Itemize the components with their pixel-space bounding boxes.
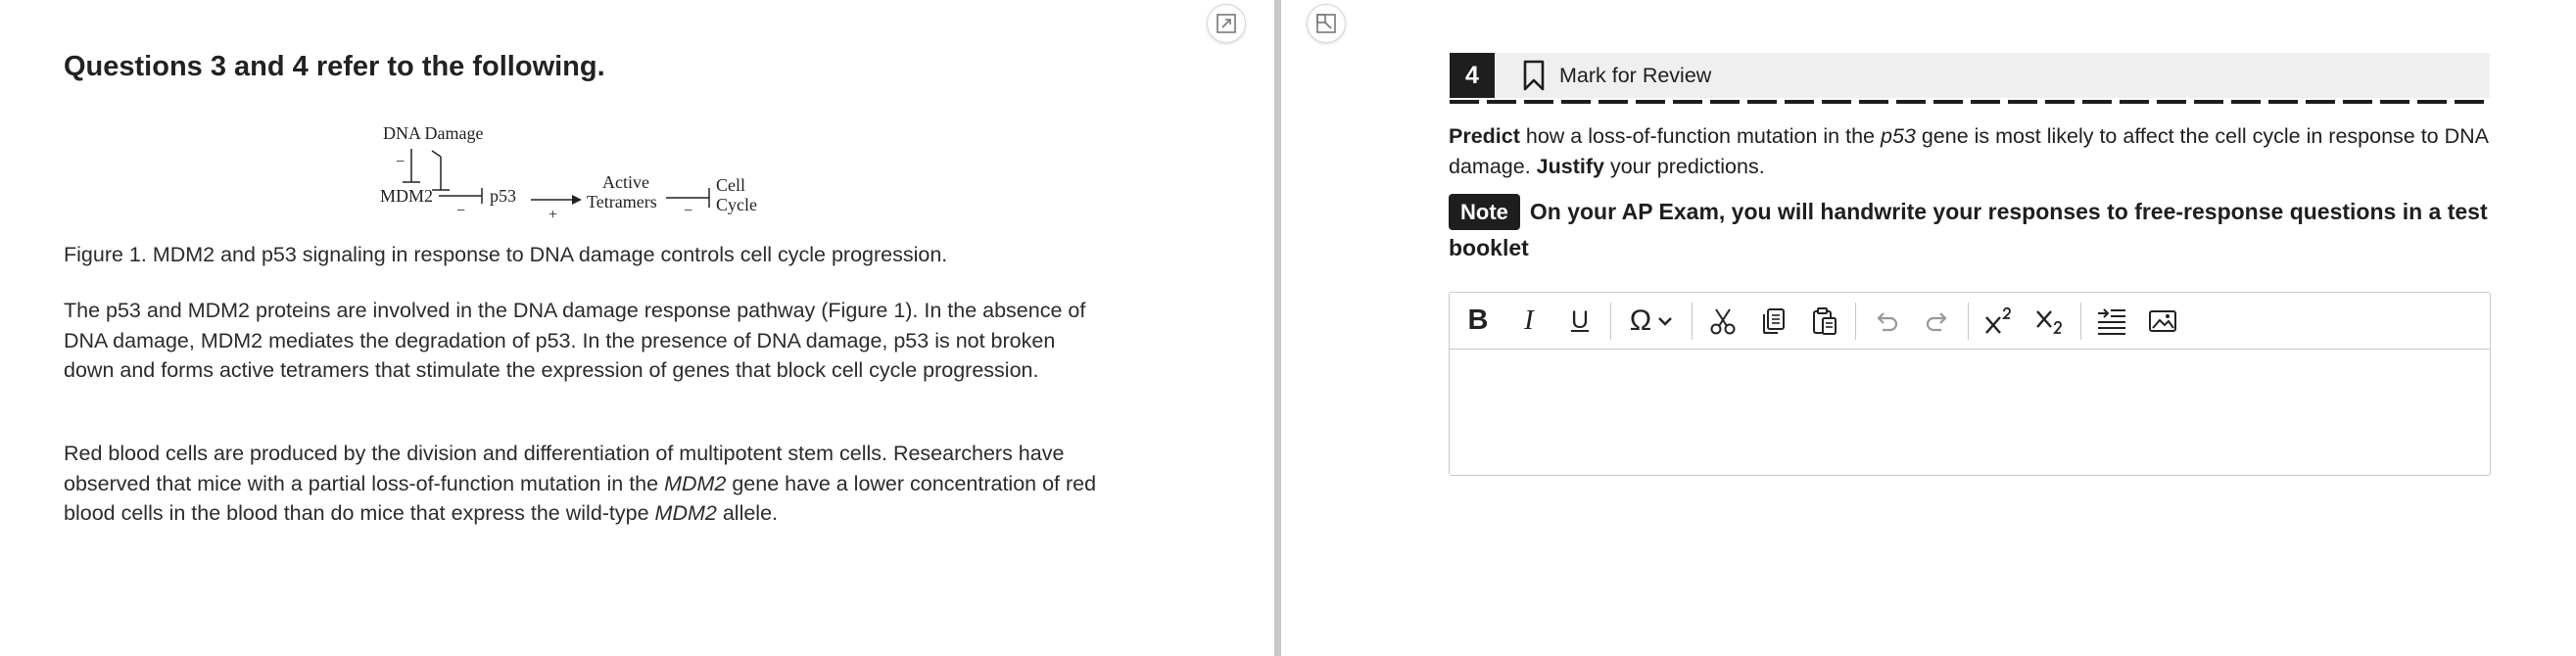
copy-icon [1763, 307, 1785, 334]
italic-button[interactable]: I [1506, 300, 1551, 343]
italic-icon: I [1524, 305, 1534, 336]
special-characters-icon: Ω [1629, 304, 1652, 337]
passage-pane: Questions 3 and 4 refer to the following… [0, 0, 1274, 656]
prompt-verb: Justify [1536, 154, 1604, 178]
expand-icon [1216, 14, 1236, 33]
note-text: On your AP Exam, you will handwrite your… [1449, 199, 2488, 260]
subscript-icon [2036, 309, 2062, 334]
pathway-figure: DNA Damage − MDM2 − p53 + Active Tetrame… [372, 121, 784, 223]
gene-name: p53 [1880, 124, 1916, 148]
undo-icon [1877, 311, 1898, 331]
figure-cycle-label: Cycle [716, 195, 757, 214]
insert-image-button[interactable] [2140, 300, 2185, 343]
mark-for-review-label: Mark for Review [1559, 63, 1712, 87]
chevron-down-icon [1658, 316, 1673, 326]
figure-minus-sign: − [456, 203, 465, 219]
figure-active-label: Active [602, 172, 649, 192]
response-editor: B I U Ω [1449, 292, 2491, 476]
figure-minus-sign: − [684, 203, 692, 219]
question-prompt: Predict how a loss-of-function mutation … [1449, 121, 2497, 181]
figure-minus-sign: − [396, 154, 405, 170]
cut-button[interactable] [1700, 300, 1745, 343]
special-characters-button[interactable]: Ω [1619, 300, 1684, 343]
bookmark-icon [1523, 60, 1545, 91]
toolbar-separator [2080, 302, 2081, 340]
prompt-text: how a loss-of-function mutation in the [1519, 124, 1881, 148]
passage-paragraph-1: The p53 and MDM2 proteins are involved i… [64, 299, 1086, 382]
gene-name: MDM2 [664, 471, 727, 495]
bold-icon: B [1467, 305, 1489, 336]
figure-dna-damage-label: DNA Damage [383, 123, 483, 143]
header-dashed-divider [1450, 100, 2490, 104]
superscript-icon [1985, 306, 2011, 334]
pane-divider[interactable] [1274, 0, 1281, 656]
paragraph-text: allele. [716, 501, 779, 525]
figure-cell-label: Cell [716, 175, 745, 195]
question-header: 4 Mark for Review [1450, 53, 2490, 98]
bold-button[interactable]: B [1455, 300, 1501, 343]
collapse-icon [1316, 14, 1336, 33]
passage-paragraph-2: Red blood cells are produced by the divi… [64, 439, 1102, 529]
question-number: 4 [1450, 53, 1495, 98]
editor-toolbar: B I U Ω [1450, 293, 2490, 350]
figure-mdm2-label: MDM2 [380, 186, 433, 206]
copy-button[interactable] [1751, 300, 1796, 343]
toolbar-separator [1610, 302, 1611, 340]
figure-tetramers-label: Tetramers [587, 192, 657, 211]
expand-question-button[interactable] [1307, 4, 1346, 43]
figure-caption: Figure 1. MDM2 and p53 signaling in resp… [64, 243, 948, 266]
figure-plus-sign: + [549, 207, 557, 223]
passage-heading: Questions 3 and 4 refer to the following… [64, 51, 605, 82]
paste-button[interactable] [1802, 300, 1847, 343]
toolbar-separator [1855, 302, 1856, 340]
expand-passage-button[interactable] [1207, 4, 1246, 43]
exam-note: Note On your AP Exam, you will handwrite … [1449, 194, 2497, 265]
underline-button[interactable]: U [1557, 300, 1602, 343]
subscript-button[interactable] [2027, 300, 2073, 343]
indent-icon [2098, 307, 2125, 335]
underline-icon: U [1570, 306, 1590, 334]
response-text-area[interactable] [1450, 350, 2490, 475]
paste-icon [1813, 306, 1837, 335]
mark-for-review-button[interactable]: Mark for Review [1522, 60, 1711, 91]
toolbar-separator [1692, 302, 1693, 340]
prompt-verb: Predict [1449, 124, 1520, 148]
redo-button[interactable] [1915, 300, 1960, 343]
indent-button[interactable] [2089, 300, 2134, 343]
superscript-button[interactable] [1977, 300, 2022, 343]
toolbar-separator [1968, 302, 1969, 340]
figure-p53-label: p53 [490, 186, 516, 206]
note-badge: Note [1449, 194, 1520, 230]
redo-icon [1926, 311, 1947, 331]
undo-button[interactable] [1864, 300, 1909, 343]
cut-icon [1710, 307, 1736, 334]
image-icon [2149, 309, 2176, 332]
gene-name: MDM2 [654, 501, 717, 525]
prompt-text: your predictions. [1603, 154, 1765, 178]
